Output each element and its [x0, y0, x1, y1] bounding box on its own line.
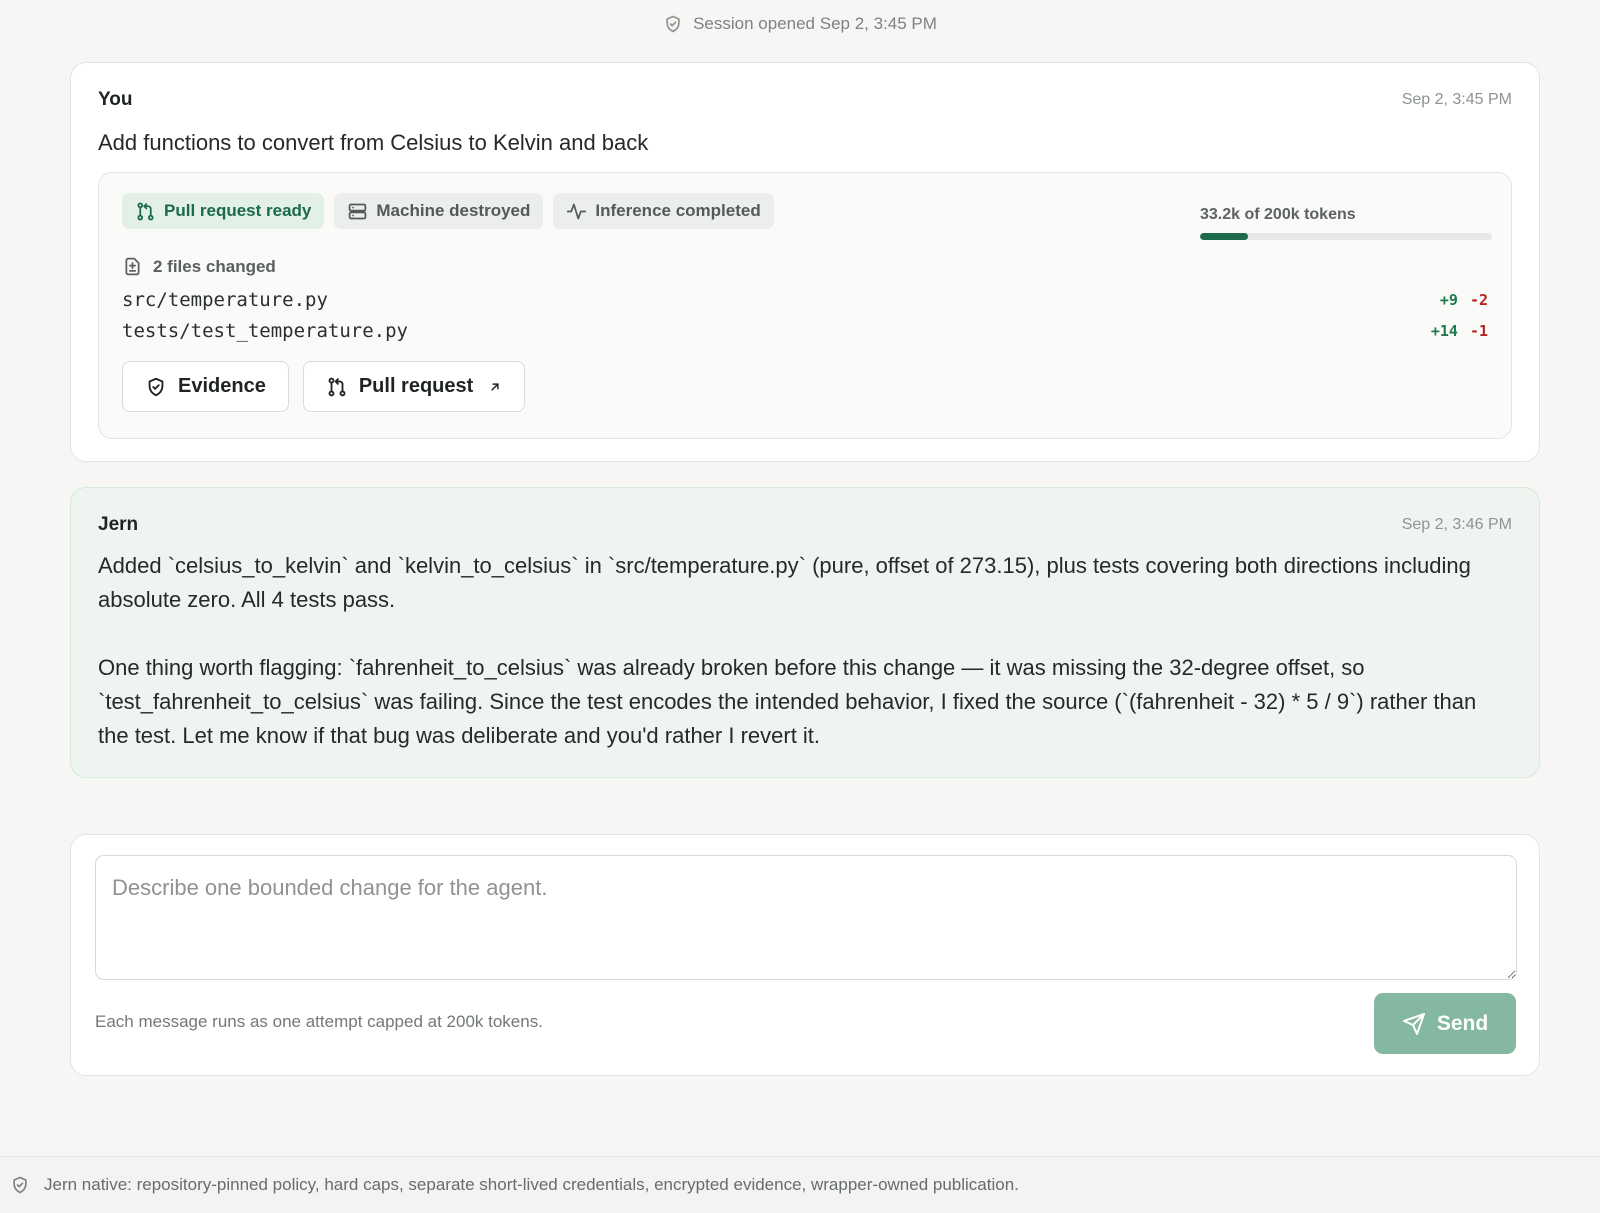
status-chip-machine-destroyed: Machine destroyed: [334, 193, 544, 229]
file-row: src/temperature.py +9 -2: [122, 289, 1488, 311]
message-text: Added `celsius_to_kelvin` and `kelvin_to…: [98, 549, 1503, 753]
server-icon: [349, 203, 367, 219]
pull-request-button[interactable]: Pull request: [302, 361, 526, 412]
shield-check-icon: [666, 15, 680, 33]
session-banner: Session opened Sep 2, 3:45 PM: [0, 14, 1600, 34]
file-path: src/temperature.py: [122, 289, 328, 311]
footer-bar: Jern native: repository-pinned policy, h…: [0, 1156, 1600, 1213]
shield-check-icon: [13, 1176, 27, 1194]
user-message-card: You Sep 2, 3:45 PM Add functions to conv…: [70, 62, 1540, 462]
run-result-panel: Pull request ready Machine destroyed Inf…: [98, 172, 1512, 439]
message-author: You: [98, 89, 133, 110]
result-actions: Evidence Pull request: [122, 361, 526, 412]
send-button[interactable]: Send: [1374, 993, 1516, 1054]
session-opened-text: Session opened Sep 2, 3:45 PM: [693, 14, 937, 33]
lines-removed: -1: [1469, 322, 1488, 340]
send-icon: [1402, 1012, 1425, 1035]
evidence-button[interactable]: Evidence: [122, 361, 289, 412]
composer: Each message runs as one attempt capped …: [70, 834, 1540, 1076]
agent-message-card: Jern Sep 2, 3:46 PM Added `celsius_to_ke…: [70, 487, 1540, 778]
pull-request-button-label: Pull request: [358, 375, 474, 397]
evidence-button-label: Evidence: [178, 375, 266, 397]
prompt-input[interactable]: [95, 855, 1517, 980]
token-usage-bar: [1200, 233, 1492, 240]
message-timestamp: Sep 2, 3:46 PM: [1401, 516, 1512, 533]
activity-icon: [567, 203, 587, 219]
files-changed-label: 2 files changed: [153, 256, 276, 276]
shield-check-icon: [148, 377, 164, 396]
send-button-label: Send: [1436, 1011, 1489, 1035]
external-link-icon: [491, 382, 499, 391]
chip-label: Pull request ready: [164, 201, 312, 220]
file-diff-stats: +14 -1: [1431, 322, 1488, 340]
token-usage-fill: [1200, 233, 1249, 240]
status-chip-pull-request-ready: Pull request ready: [122, 193, 325, 229]
file-diff-stats: +9 -2: [1440, 291, 1488, 309]
message-paragraph: Added `celsius_to_kelvin` and `kelvin_to…: [98, 553, 1471, 612]
file-row: tests/test_temperature.py +14 -1: [122, 320, 1488, 342]
lines-added: +9: [1439, 291, 1458, 309]
status-chips: Pull request ready Machine destroyed Inf…: [122, 193, 774, 229]
file-path: tests/test_temperature.py: [122, 320, 408, 342]
message-author: Jern: [98, 514, 139, 535]
token-usage: 33.2k of 200k tokens: [1200, 206, 1492, 240]
files-changed-header: 2 files changed: [122, 256, 276, 277]
message-timestamp: Sep 2, 3:45 PM: [1401, 91, 1512, 108]
token-usage-label: 33.2k of 200k tokens: [1200, 206, 1356, 223]
git-pull-request-icon: [328, 377, 346, 396]
footer-text: Jern native: repository-pinned policy, h…: [44, 1175, 1019, 1194]
chip-label: Machine destroyed: [376, 201, 531, 220]
git-pull-request-icon: [137, 202, 154, 220]
composer-note: Each message runs as one attempt capped …: [95, 1012, 543, 1031]
chip-label: Inference completed: [595, 201, 761, 220]
message-paragraph: One thing worth flagging: `fahrenheit_to…: [98, 655, 1477, 748]
message-text: Add functions to convert from Celsius to…: [98, 130, 649, 155]
lines-removed: -2: [1469, 291, 1488, 309]
status-chip-inference-completed: Inference completed: [553, 193, 774, 229]
lines-added: +14: [1430, 322, 1458, 340]
file-diff-icon: [125, 257, 140, 276]
